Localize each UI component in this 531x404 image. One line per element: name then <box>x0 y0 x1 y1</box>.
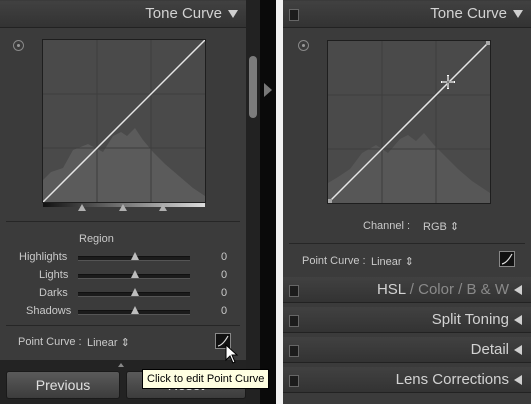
panel-title: Tone Curve <box>145 5 222 22</box>
curve-endpoint-handle <box>486 41 490 45</box>
lights-slider-thumb[interactable] <box>131 270 139 278</box>
highlights-value[interactable]: 0 <box>221 251 227 263</box>
target-adjust-icon[interactable] <box>298 40 309 51</box>
expand-triangle-icon[interactable] <box>514 315 522 325</box>
point-curve-edit-button[interactable] <box>499 251 515 267</box>
split-point-handle[interactable] <box>119 204 127 211</box>
tab-color[interactable]: Color <box>418 281 454 298</box>
split-point-handle[interactable] <box>159 204 167 211</box>
channel-select[interactable]: RGB ⇕ <box>423 220 459 233</box>
panel-toggle-switch[interactable] <box>289 375 299 387</box>
channel-label: Channel : <box>363 220 411 232</box>
detail-header[interactable]: Detail <box>283 337 531 363</box>
collapse-triangle-icon[interactable] <box>513 10 523 18</box>
separator <box>6 325 240 326</box>
section-title: Detail <box>470 341 509 358</box>
point-curve-select[interactable]: Linear ⇕ <box>371 255 414 268</box>
tab-bw[interactable]: B & W <box>466 281 509 298</box>
lens-corrections-header[interactable]: Lens Corrections <box>283 367 531 393</box>
tab-hsl[interactable]: HSL <box>377 281 406 298</box>
expand-triangle-icon[interactable] <box>514 285 522 295</box>
expand-triangle-icon[interactable] <box>118 363 124 367</box>
tone-curve-graph[interactable] <box>327 40 491 204</box>
shadows-value[interactable]: 0 <box>221 305 227 317</box>
panel-title: Tone Curve <box>430 5 507 22</box>
arrow-cursor-icon <box>225 344 239 364</box>
panel-expand-arrow-icon[interactable] <box>264 83 272 97</box>
slider-label-highlights: Highlights <box>19 251 68 263</box>
separator <box>289 243 525 244</box>
region-label: Region <box>79 233 114 245</box>
image-gap <box>276 0 283 404</box>
left-tone-curve-panel: Tone Curve Region Highlights 0 Lights 0 … <box>0 0 246 404</box>
tone-curve-graph[interactable] <box>42 39 206 203</box>
lights-value[interactable]: 0 <box>221 269 227 281</box>
collapse-triangle-icon[interactable] <box>228 10 238 18</box>
split-toning-header[interactable]: Split Toning <box>283 307 531 333</box>
dropdown-updown-icon: ⇕ <box>404 256 414 268</box>
dropdown-updown-icon: ⇕ <box>120 337 130 349</box>
highlights-slider-thumb[interactable] <box>131 252 139 260</box>
section-title: Split Toning <box>431 311 509 328</box>
panel-toggle-switch[interactable] <box>289 315 299 327</box>
curve-endpoint-handle <box>328 199 332 203</box>
slider-label-darks: Darks <box>39 287 68 299</box>
separator <box>6 221 240 222</box>
section-title: Lens Corrections <box>395 371 509 388</box>
point-curve-edit-icon <box>501 253 513 265</box>
darks-slider-thumb[interactable] <box>131 288 139 296</box>
target-adjust-icon[interactable] <box>13 40 24 51</box>
scrollbar-thumb[interactable] <box>249 56 257 118</box>
slider-label-shadows: Shadows <box>26 305 72 317</box>
previous-button[interactable]: Previous <box>6 371 120 399</box>
point-curve-label: Point Curve : <box>18 336 82 348</box>
hsl-tabs: HSL / Color / B & W <box>376 281 509 298</box>
hsl-color-bw-header[interactable]: HSL / Color / B & W <box>283 277 531 303</box>
darks-value[interactable]: 0 <box>221 287 227 299</box>
tone-curve-header[interactable]: Tone Curve <box>283 1 531 28</box>
tooltip: Click to edit Point Curve <box>142 369 270 389</box>
panel-toggle-switch[interactable] <box>289 345 299 357</box>
right-tone-curve-panel: Tone Curve Channel : RGB ⇕ Point Curve :… <box>283 0 531 404</box>
panel-toggle-switch[interactable] <box>289 285 299 297</box>
panel-toggle-switch[interactable] <box>289 9 299 21</box>
dropdown-updown-icon: ⇕ <box>449 221 460 233</box>
expand-triangle-icon[interactable] <box>514 345 522 355</box>
tone-curve-header[interactable]: Tone Curve <box>0 1 246 28</box>
point-curve-select[interactable]: Linear ⇕ <box>87 336 130 349</box>
panel-divider <box>260 0 276 404</box>
slider-label-lights: Lights <box>39 269 69 281</box>
shadows-slider-thumb[interactable] <box>131 306 139 314</box>
point-curve-label: Point Curve : <box>302 255 366 267</box>
expand-triangle-icon[interactable] <box>514 375 522 385</box>
split-point-handle[interactable] <box>78 204 86 211</box>
